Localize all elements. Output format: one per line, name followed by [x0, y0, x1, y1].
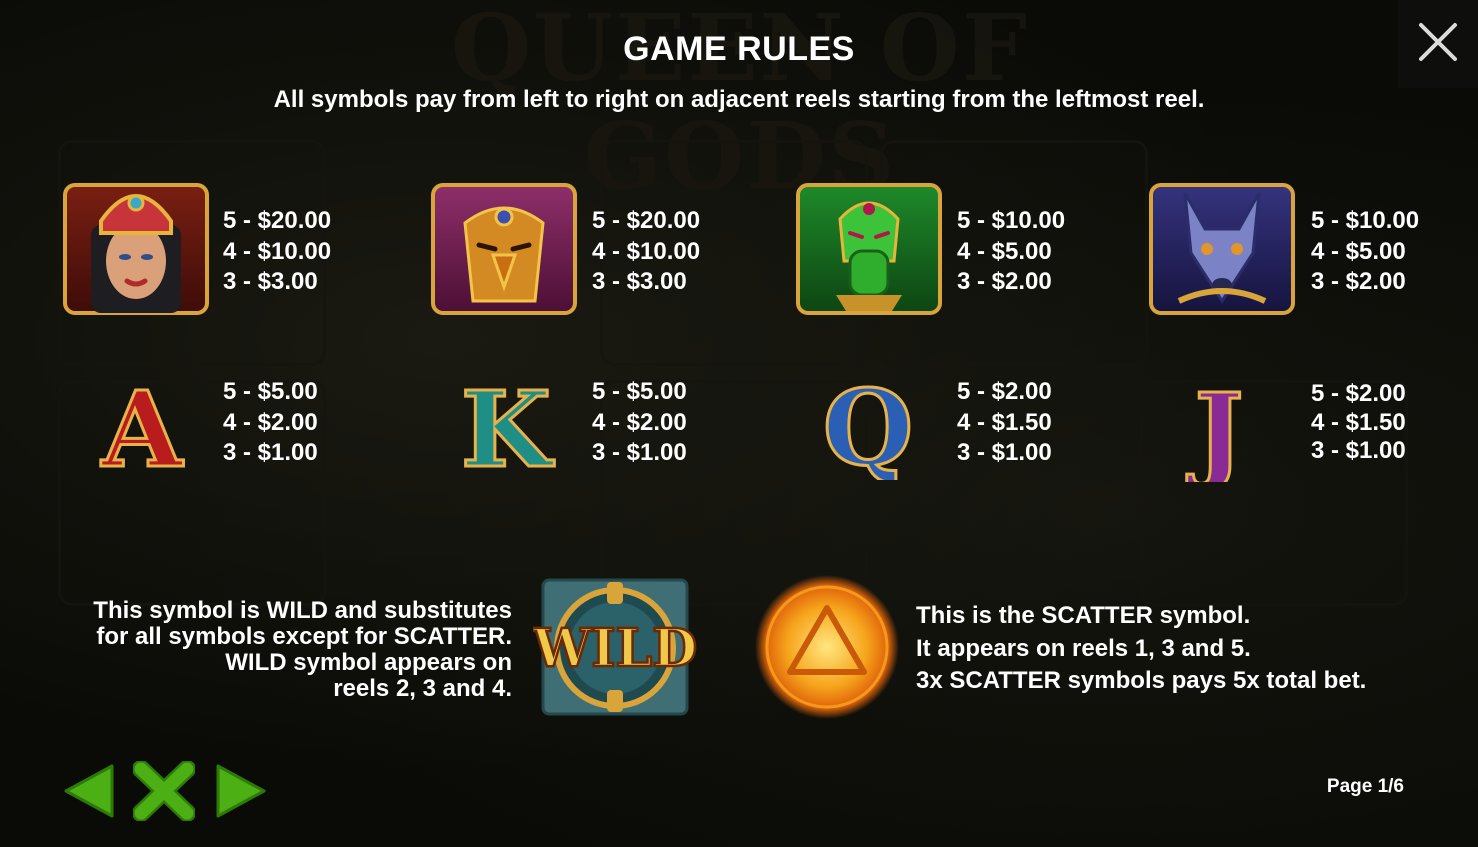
next-page-button[interactable] [214, 762, 268, 820]
svg-text:K: K [461, 370, 555, 480]
wild-icon-label: WILD [533, 618, 697, 679]
pay-line: 3 - $3.00 [223, 268, 318, 295]
wild-symbol-icon: WILD [531, 578, 698, 718]
scatter-symbol-icon [754, 574, 900, 720]
pay-line: 4 - $2.00 [592, 408, 687, 436]
pay-line: 3 - $1.00 [1311, 437, 1406, 464]
pay-line: 5 - $10.00 [957, 207, 1066, 234]
pay-line: 5 - $20.00 [223, 207, 332, 234]
letter-a-paytable: 5 - $5.00 4 - $2.00 3 - $1.00 [223, 377, 318, 469]
wild-description: This symbol is WILD and substitutes for … [30, 598, 512, 702]
pay-line: 4 - $1.50 [1311, 408, 1406, 436]
pay-line: 3 - $1.00 [223, 439, 318, 466]
queen-paytable: 5 - $20.00 4 - $10.00 3 - $3.00 [223, 206, 331, 298]
scatter-description-line: This is the SCATTER symbol. [916, 602, 1251, 629]
scatter-description: This is the SCATTER symbol. It appears o… [916, 600, 1436, 698]
pay-line: 3 - $3.00 [592, 268, 687, 295]
pay-line: 5 - $10.00 [1311, 207, 1420, 234]
jackal-paytable: 5 - $10.00 4 - $5.00 3 - $2.00 [1311, 206, 1419, 298]
wild-description-line: WILD symbol appears on [225, 649, 512, 676]
pay-line: 5 - $2.00 [1311, 380, 1406, 407]
pay-line: 5 - $5.00 [592, 378, 687, 405]
scatter-description-line: It appears on reels 1, 3 and 5. [916, 634, 1251, 662]
wild-description-line: for all symbols except for SCATTER. [96, 623, 512, 650]
jackal-symbol-icon [1149, 183, 1295, 315]
pay-line: 5 - $5.00 [223, 378, 318, 405]
pay-line: 4 - $10.00 [592, 237, 701, 265]
pay-line: 5 - $20.00 [592, 207, 701, 234]
pay-line: 3 - $1.00 [592, 439, 687, 466]
pay-line: 4 - $1.50 [957, 408, 1052, 436]
pay-line: 4 - $5.00 [957, 237, 1052, 265]
falcon-paytable: 5 - $20.00 4 - $10.00 3 - $3.00 [592, 206, 700, 298]
pay-line: 4 - $2.00 [223, 408, 318, 436]
arrow-right-icon [216, 764, 266, 818]
exit-button[interactable] [132, 760, 196, 822]
letter-q-paytable: 5 - $2.00 4 - $1.50 3 - $1.00 [957, 377, 1052, 469]
pay-line: 3 - $2.00 [957, 268, 1052, 295]
x-icon [132, 760, 196, 822]
falcon-symbol-icon [431, 183, 577, 315]
page-indicator: Page 1/6 [1326, 776, 1404, 797]
prev-page-button[interactable] [62, 762, 116, 820]
page-subtitle: All symbols pay from left to right on ad… [273, 86, 1205, 113]
letter-k-symbol-icon: K [448, 367, 564, 493]
pay-line: 5 - $2.00 [957, 378, 1052, 405]
queen-symbol-icon [63, 183, 209, 315]
scatter-description-line: 3x SCATTER symbols pays 5x total bet. [916, 667, 1367, 694]
crocodile-symbol-icon [796, 183, 942, 315]
wild-description-line: reels 2, 3 and 4. [333, 675, 512, 702]
pay-line: 4 - $10.00 [223, 237, 332, 265]
crocodile-paytable: 5 - $10.00 4 - $5.00 3 - $2.00 [957, 206, 1065, 298]
letter-j-paytable: 5 - $2.00 4 - $1.50 3 - $1.00 [1311, 380, 1406, 466]
letter-k-paytable: 5 - $5.00 4 - $2.00 3 - $1.00 [592, 377, 687, 469]
letter-q-symbol-icon: Q [810, 365, 926, 491]
pay-line: 4 - $5.00 [1311, 237, 1406, 265]
arrow-left-icon [64, 764, 114, 818]
svg-text:Q: Q [823, 368, 914, 480]
page-title: GAME RULES [623, 30, 855, 68]
svg-text:A: A [101, 370, 184, 480]
letter-a-symbol-icon: A [84, 367, 200, 493]
svg-text:J: J [1186, 370, 1243, 482]
pay-line: 3 - $1.00 [957, 439, 1052, 466]
pay-line: 3 - $2.00 [1311, 268, 1406, 295]
letter-j-symbol-icon: J [1164, 369, 1274, 495]
wild-description-line: This symbol is WILD and substitutes [93, 597, 512, 624]
